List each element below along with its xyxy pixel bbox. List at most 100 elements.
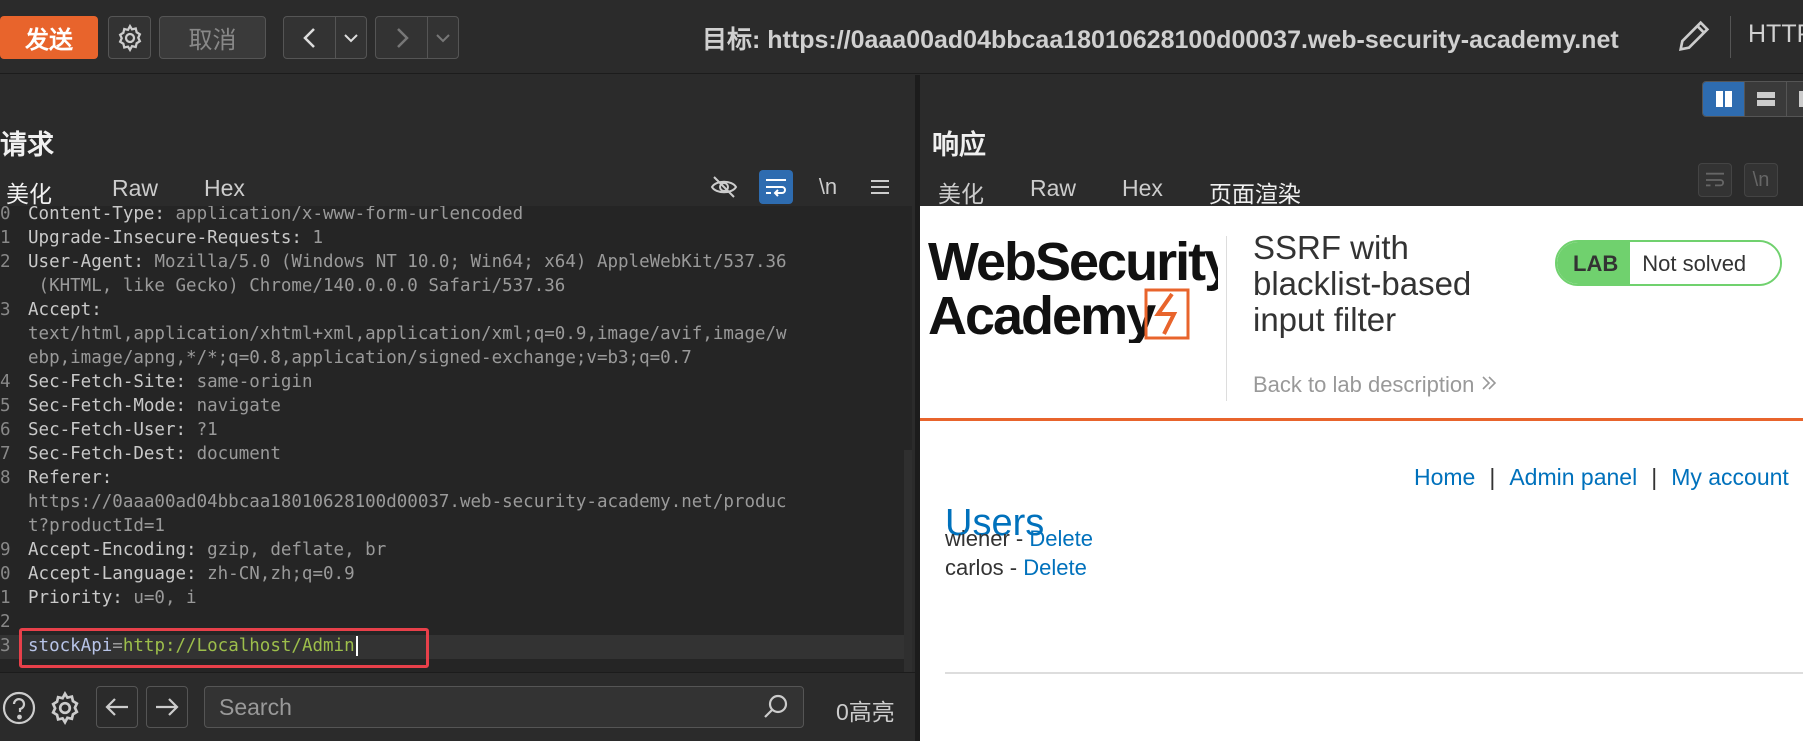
show-newlines-toggle[interactable]: \n xyxy=(1744,163,1778,197)
forward-history-dropdown[interactable] xyxy=(428,17,458,58)
response-editor-tools: \n xyxy=(1698,163,1778,197)
header-value: Mozilla/5.0 (Windows NT 10.0; Win64; x64… xyxy=(143,252,787,272)
user-row-carlos: carlos - Delete xyxy=(945,555,1087,581)
show-newlines-toggle[interactable]: \n xyxy=(811,170,845,204)
next-match-button[interactable] xyxy=(146,686,188,728)
header-name: Priority: xyxy=(28,588,123,608)
header-name: Content-Type: xyxy=(28,206,165,224)
back-to-lab-link[interactable]: Back to lab description xyxy=(1253,372,1498,398)
gear-icon xyxy=(51,691,79,725)
layout-tabs-button[interactable] xyxy=(1787,82,1803,116)
request-line: (KHTML, like Gecko) Chrome/140.0.0.0 Saf… xyxy=(28,276,566,296)
editor-menu-button[interactable] xyxy=(863,170,897,204)
chevron-down-icon xyxy=(344,33,358,42)
highlight-count: 0高亮 xyxy=(836,699,895,725)
back-history-dropdown[interactable] xyxy=(336,17,366,58)
line-number: 7 xyxy=(0,444,11,464)
toolbar: 发送 取消 目标: https://0aaa00ad04bbcaa1801062… xyxy=(0,0,1803,74)
nav-admin-panel-link[interactable]: Admin panel xyxy=(1509,464,1637,490)
header-value: ebp,image/apng,*/*;q=0.8,application/sig… xyxy=(28,348,692,368)
line-number: 1 xyxy=(0,588,11,608)
request-line: Referer: xyxy=(28,468,112,488)
forward-button[interactable] xyxy=(376,17,428,58)
request-line: Accept-Encoding: gzip, deflate, br xyxy=(28,540,386,560)
tab-raw[interactable]: Raw xyxy=(112,167,158,211)
wrap-icon xyxy=(766,179,786,197)
back-button[interactable] xyxy=(284,17,336,58)
arrow-right-icon xyxy=(156,698,179,716)
request-title: 请求 xyxy=(0,130,54,160)
toolbar-divider xyxy=(1730,16,1731,58)
nav-separator: | xyxy=(1489,464,1496,490)
header-value: application/x-www-form-urlencoded xyxy=(164,206,524,224)
target-url: 目标: https://0aaa00ad04bbcaa18010628100d0… xyxy=(702,26,1619,54)
line-number: 3 xyxy=(0,636,11,656)
nav-separator: | xyxy=(1651,464,1658,490)
header-value: ?1 xyxy=(186,420,218,440)
line-number: 9 xyxy=(0,540,11,560)
settings-button[interactable] xyxy=(108,16,151,59)
nav-home-link[interactable]: Home xyxy=(1414,464,1475,490)
header-value: (KHTML, like Gecko) Chrome/140.0.0.0 Saf… xyxy=(28,276,566,296)
chevron-left-icon xyxy=(302,27,315,48)
username: wiener xyxy=(945,526,1010,551)
layout-stacked-button[interactable] xyxy=(1745,82,1787,116)
request-editor[interactable]: 0 Content-Type: application/x-www-form-ur… xyxy=(0,206,912,672)
tab-hex[interactable]: Hex xyxy=(204,167,245,211)
request-line: Accept-Language: zh-CN,zh;q=0.9 xyxy=(28,564,355,584)
search-input[interactable]: Search xyxy=(204,686,804,728)
help-button[interactable] xyxy=(0,689,38,727)
header-name: Sec-Fetch-Site: xyxy=(28,372,187,392)
search-icon xyxy=(762,693,790,726)
lab-title: SSRF with blacklist-based input filter xyxy=(1253,229,1472,338)
gear-icon xyxy=(118,23,141,52)
previous-match-button[interactable] xyxy=(96,686,138,728)
header-name: Upgrade-Insecure-Requests: xyxy=(28,228,302,248)
request-line: Sec-Fetch-Site: same-origin xyxy=(28,372,312,392)
header-name: Sec-Fetch-Mode: xyxy=(28,396,187,416)
line-number: 2 xyxy=(0,612,11,632)
nav-my-account-link[interactable]: My account xyxy=(1671,464,1789,490)
site-nav: Home | Admin panel | My account xyxy=(1414,464,1789,491)
layout-switcher xyxy=(1702,81,1803,117)
content-rule xyxy=(945,672,1803,674)
cancel-button[interactable]: 取消 xyxy=(159,16,266,59)
username: carlos xyxy=(945,555,1004,580)
forward-nav-group xyxy=(375,16,459,59)
burp-repeater-window: 发送 取消 目标: https://0aaa00ad04bbcaa1801062… xyxy=(0,0,1803,741)
header-name: Sec-Fetch-User: xyxy=(28,420,187,440)
lab-status-badge: LAB Not solved xyxy=(1555,240,1783,286)
header-value: document xyxy=(186,444,281,464)
request-panel: 请求 美化 Raw Hex \n 0 Content-Type: applicat… xyxy=(0,75,915,741)
request-line: Upgrade-Insecure-Requests: 1 xyxy=(28,228,323,248)
header-value: text/html,application/xhtml+xml,applicat… xyxy=(28,324,787,344)
header-rule xyxy=(920,418,1803,421)
protocol-label[interactable]: HTTP xyxy=(1748,20,1803,49)
header-name: Sec-Fetch-Dest: xyxy=(28,444,187,464)
delete-user-link[interactable]: Delete xyxy=(1023,555,1087,580)
word-wrap-toggle[interactable] xyxy=(1698,163,1732,197)
header-divider xyxy=(1226,236,1227,401)
tab-pretty[interactable]: 美化 xyxy=(0,167,66,211)
layout-side-by-side-button[interactable] xyxy=(1703,82,1745,116)
word-wrap-toggle[interactable] xyxy=(759,170,793,204)
request-editor-tools: \n xyxy=(707,167,897,207)
header-name: User-Agent: xyxy=(28,252,144,272)
send-button[interactable]: 发送 xyxy=(0,16,98,59)
request-line: Sec-Fetch-User: ?1 xyxy=(28,420,218,440)
line-number: 0 xyxy=(0,206,11,224)
header-value: u=0, i xyxy=(122,588,197,608)
arrow-left-icon xyxy=(105,698,128,716)
request-bottom-bar: Search 0高亮 xyxy=(0,672,915,741)
request-line: t?productId=1 xyxy=(28,516,165,536)
hide-nonprintable-button[interactable] xyxy=(707,170,741,204)
line-number: 4 xyxy=(0,372,11,392)
lab-status-text: Not solved xyxy=(1630,242,1781,284)
delete-user-link[interactable]: Delete xyxy=(1029,526,1093,551)
search-settings-button[interactable] xyxy=(46,689,84,727)
request-line: Priority: u=0, i xyxy=(28,588,197,608)
edit-target-button[interactable] xyxy=(1674,16,1714,61)
eye-off-icon xyxy=(710,176,738,198)
help-icon xyxy=(2,691,36,725)
request-line: Content-Type: application/x-www-form-url… xyxy=(28,206,523,224)
